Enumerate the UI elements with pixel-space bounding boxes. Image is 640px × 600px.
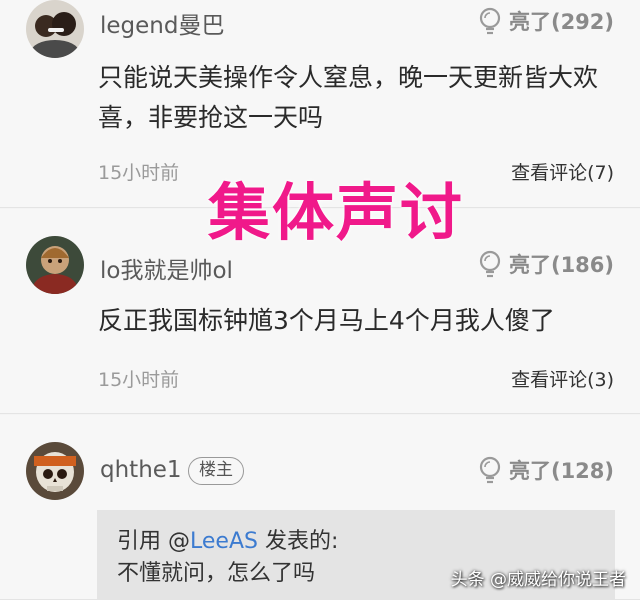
- view-replies-link[interactable]: 查看评论(3): [511, 365, 614, 392]
- comment-text: 反正我国标钟馗3个月马上4个月我人傻了: [98, 306, 555, 335]
- avatar-photo-icon: [26, 0, 84, 58]
- username[interactable]: legend曼巴: [100, 6, 224, 40]
- avatar[interactable]: [26, 442, 84, 500]
- mention-link[interactable]: LeeAS: [190, 529, 258, 554]
- comment-time: 15小时前: [98, 162, 180, 184]
- like-button[interactable]: 亮了(128): [477, 455, 614, 485]
- username[interactable]: lo我就是帅ol: [100, 251, 233, 285]
- like-count: 亮了(292): [508, 10, 614, 34]
- like-count: 亮了(186): [508, 253, 614, 277]
- quote-header: 引用 @LeeAS 发表的:: [117, 526, 595, 558]
- quote-suffix: 发表的:: [257, 529, 339, 554]
- like-count: 亮了(128): [508, 459, 614, 483]
- overlay-caption: 集体声讨: [208, 176, 465, 249]
- view-replies-link[interactable]: 查看评论(7): [511, 158, 614, 185]
- lightbulb-icon: [479, 7, 501, 35]
- thread-owner-badge: 楼主: [188, 457, 244, 485]
- comment-text: 只能说天美操作令人窒息，晚一天更新皆大欢喜，非要抢这一天吗: [98, 63, 599, 132]
- avatar-character-icon: [26, 236, 84, 294]
- lightbulb-icon: [479, 250, 501, 278]
- like-button[interactable]: 亮了(292): [477, 6, 614, 36]
- quote-prefix: 引用 @: [117, 529, 190, 554]
- avatar[interactable]: [26, 0, 84, 58]
- avatar[interactable]: [26, 236, 84, 294]
- like-button[interactable]: 亮了(186): [477, 249, 614, 279]
- watermark: 头条 @威威给你说王者: [450, 570, 626, 590]
- lightbulb-icon: [479, 456, 501, 484]
- comment-time: 15小时前: [98, 369, 180, 391]
- avatar-skull-icon: [26, 442, 84, 500]
- username[interactable]: qhthe1: [100, 457, 182, 483]
